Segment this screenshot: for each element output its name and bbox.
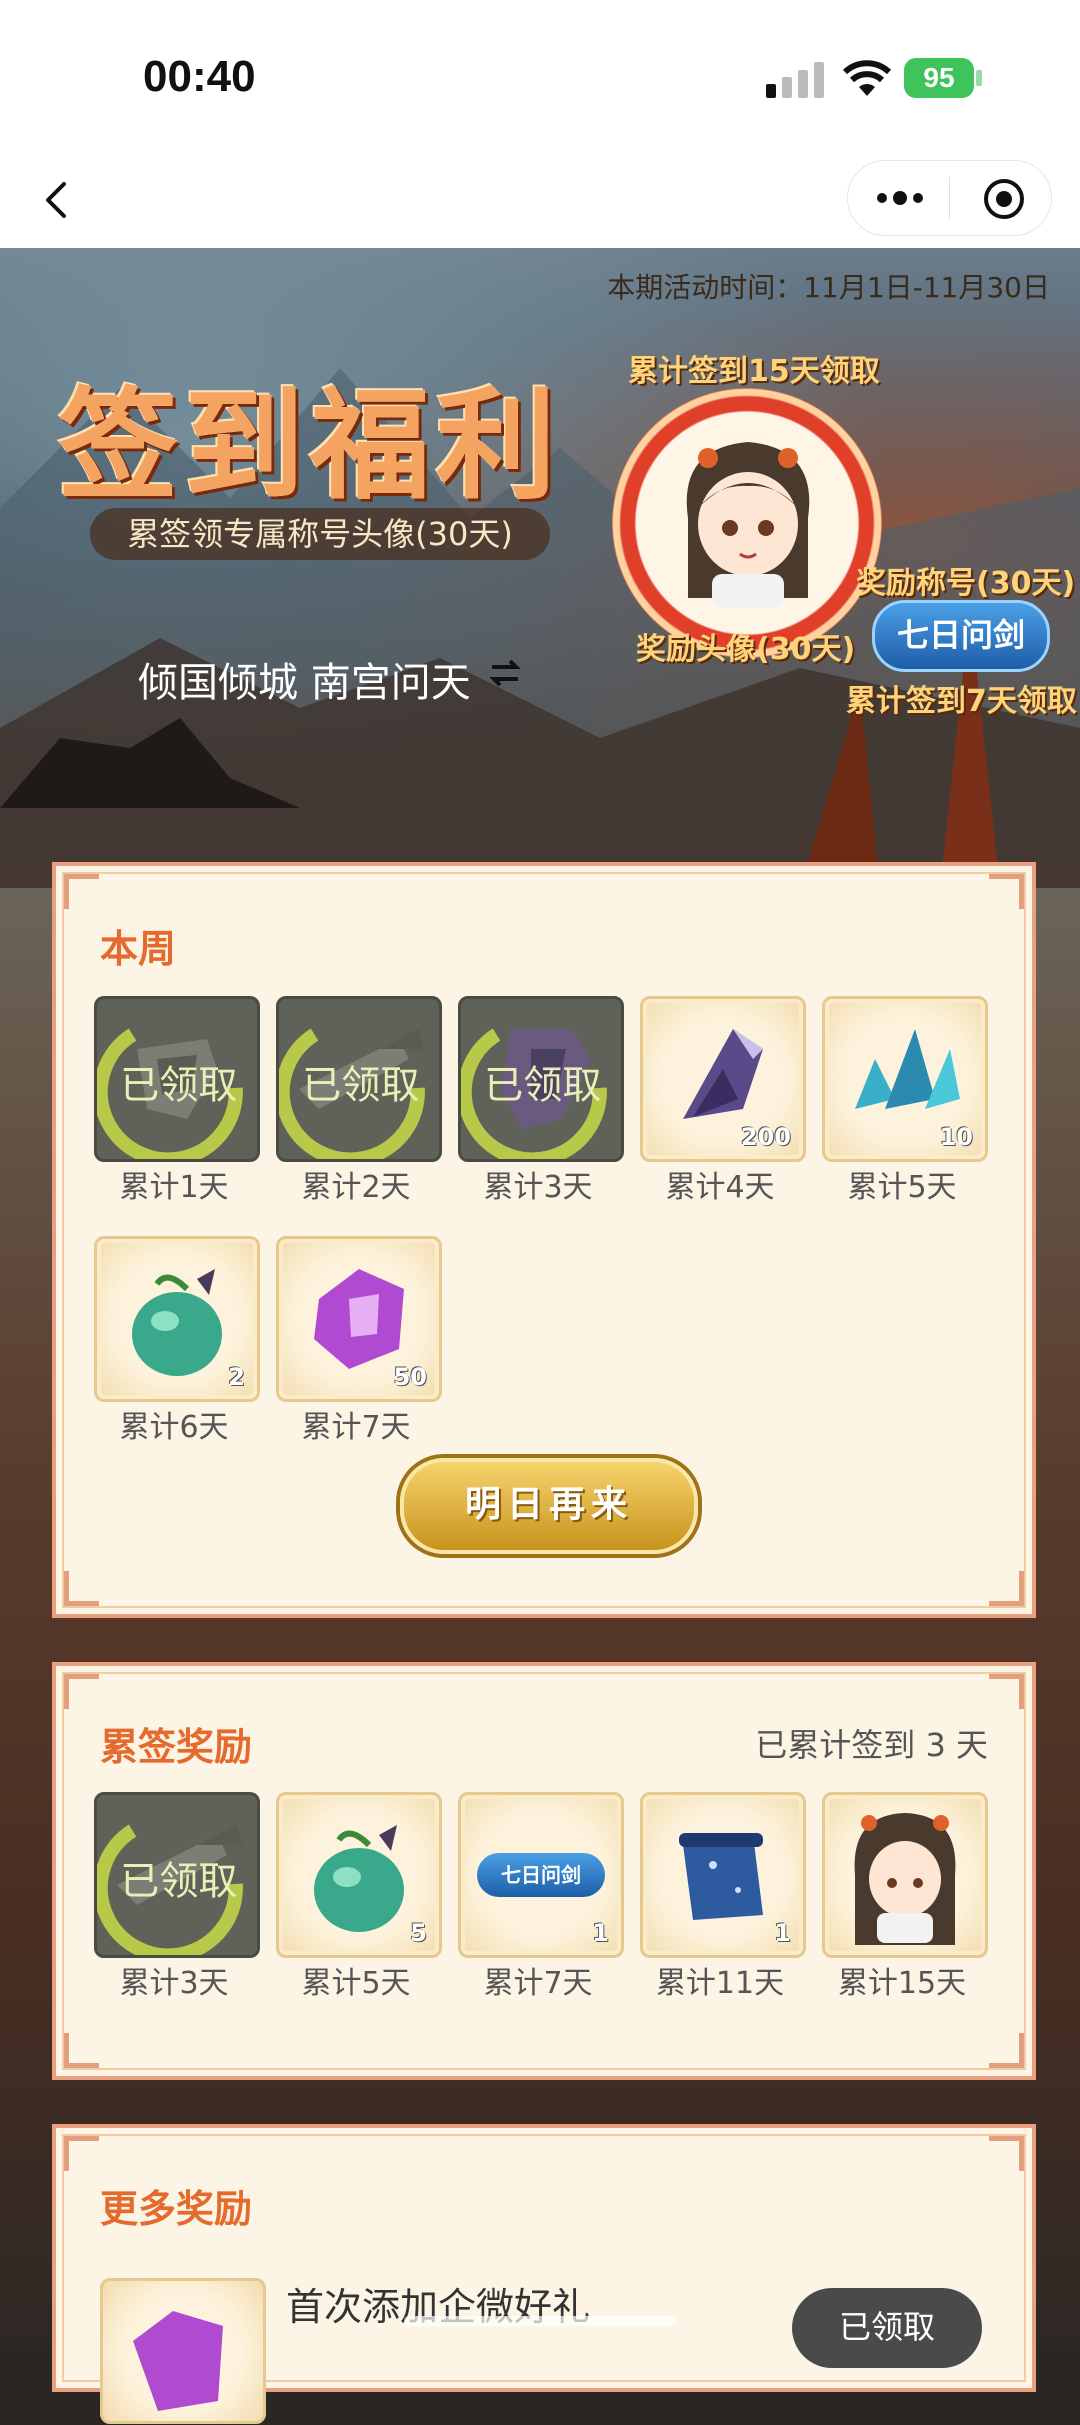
claimed-stamp-icon: 已领取 xyxy=(279,1028,425,1159)
corner-ornament xyxy=(989,1571,1024,1606)
cumulative-tile-day11[interactable]: 1 xyxy=(640,1792,806,1958)
back-icon[interactable] xyxy=(30,170,80,230)
corner-ornament xyxy=(989,1674,1024,1709)
corner-ornament xyxy=(64,1674,99,1709)
cumulative-tile-label: 累计11天 xyxy=(655,1966,785,2001)
avatar-reward-caption: 奖励头像(30天) xyxy=(636,632,856,667)
corner-ornament xyxy=(64,2033,99,2068)
event-time: 本期活动时间：11月1日-11月30日 xyxy=(607,271,1050,304)
mini-program-capsule xyxy=(847,160,1052,236)
weekly-tile-label: 累计6天 xyxy=(119,1410,229,1445)
svg-text:已领取: 已领取 xyxy=(120,1860,237,1905)
corner-ornament xyxy=(989,874,1024,909)
cumulative-tile-label: 累计15天 xyxy=(837,1966,967,2001)
cumulative-title: 累签奖励 xyxy=(100,1725,253,1769)
weekly-tile-day4[interactable]: 200 xyxy=(640,996,806,1162)
avatar-reward-requirement: 累计签到15天领取 xyxy=(628,354,880,389)
svg-text:已领取: 已领取 xyxy=(302,1064,419,1109)
cumulative-tile-day5[interactable]: 5 xyxy=(276,1792,442,1958)
weekly-tile-label: 累计2天 xyxy=(301,1170,411,1205)
corner-ornament xyxy=(989,2033,1024,2068)
more-rewards-title: 更多奖励 xyxy=(100,2187,253,2231)
avatar-reward-frame xyxy=(612,388,882,658)
wecom-gift-icon xyxy=(100,2278,266,2424)
weekly-tile-day5[interactable]: 10 xyxy=(822,996,988,1162)
claimed-stamp-icon: 已领取 xyxy=(461,1028,607,1159)
status-bar: 00:40 95 xyxy=(0,0,1080,150)
cumulative-tile-day15[interactable] xyxy=(822,1792,988,1958)
weekly-tile-day7[interactable]: 50 xyxy=(276,1236,442,1402)
swap-icon[interactable] xyxy=(488,656,522,690)
wifi-icon xyxy=(842,60,892,96)
cumulative-tile-day7[interactable]: 七日问剑 1 xyxy=(458,1792,624,1958)
avatar-icon xyxy=(854,1813,956,1945)
item-quantity: 1 xyxy=(592,1919,609,1947)
avatar-character-icon xyxy=(686,442,810,608)
weekly-tile-day1[interactable]: 已领取 xyxy=(94,996,260,1162)
title-reward-requirement: 累计签到7天领取 xyxy=(846,684,1077,719)
title-badge-icon: 七日问剑 xyxy=(477,1853,605,1897)
weekly-tile-day3[interactable]: 已领取 xyxy=(458,996,624,1162)
nav-bar xyxy=(0,150,1080,248)
corner-ornament xyxy=(64,874,99,909)
weekly-tile-day6[interactable]: 2 xyxy=(94,1236,260,1402)
cumulative-tile-label: 累计7天 xyxy=(483,1966,593,2001)
capsule-divider xyxy=(949,177,950,219)
home-indicator xyxy=(404,2316,676,2326)
cumulative-tile-day3[interactable]: 已领取 xyxy=(94,1792,260,1958)
weekly-tile-day2[interactable]: 已领取 xyxy=(276,996,442,1162)
weekly-tile-label: 累计7天 xyxy=(301,1410,411,1445)
item-quantity: 10 xyxy=(939,1123,973,1151)
item-quantity: 2 xyxy=(228,1363,245,1391)
weekly-tile-label: 累计1天 xyxy=(119,1170,229,1205)
cumulative-card: 累签奖励 已累计签到 3 天 已领取 累计3天 5 累计5天 七日问剑 1 累计… xyxy=(52,1662,1036,2080)
item-quantity: 50 xyxy=(393,1363,427,1391)
battery-tip xyxy=(976,70,982,86)
corner-ornament xyxy=(989,2136,1024,2171)
svg-text:已领取: 已领取 xyxy=(484,1064,601,1109)
item-quantity: 1 xyxy=(774,1919,791,1947)
weekly-tile-label: 累计3天 xyxy=(483,1170,593,1205)
cumulative-tile-label: 累计5天 xyxy=(301,1966,411,2001)
wecom-gift-button[interactable]: 已领取 xyxy=(792,2288,982,2368)
claimed-stamp-icon: 已领取 xyxy=(97,1824,243,1955)
claimed-stamp-icon: 已领取 xyxy=(97,1028,243,1159)
cumulative-tile-label: 累计3天 xyxy=(119,1966,229,2001)
status-time: 00:40 xyxy=(143,52,256,101)
banner-title: 签到福利 xyxy=(58,375,562,516)
battery-icon: 95 xyxy=(904,58,974,98)
title-reward-badge: 七日问剑 xyxy=(872,600,1050,672)
corner-ornament xyxy=(64,1571,99,1606)
player-name: 倾国倾城 南宫问天 xyxy=(138,660,471,706)
weekly-tile-label: 累计5天 xyxy=(847,1170,957,1205)
svg-text:已领取: 已领取 xyxy=(120,1064,237,1109)
corner-ornament xyxy=(64,2136,99,2171)
banner: 本期活动时间：11月1日-11月30日 签到福利 累签领专属称号头像(30天) … xyxy=(0,248,1080,888)
item-quantity: 5 xyxy=(410,1919,427,1947)
more-rewards-card: 更多奖励 首次添加企微好礼 已领取 xyxy=(52,2124,1036,2424)
weekly-card: 本周 已领取 累计1天 已领取 累计2天 已领取 累计3天 200 累计4天 1… xyxy=(52,862,1036,1618)
signal-icon xyxy=(766,62,824,98)
weekly-tile-label: 累计4天 xyxy=(665,1170,775,1205)
more-icon[interactable] xyxy=(870,179,930,217)
banner-subtitle: 累签领专属称号头像(30天) xyxy=(90,508,550,560)
weekly-title: 本周 xyxy=(100,927,177,971)
item-quantity: 200 xyxy=(740,1123,791,1151)
title-reward-caption: 奖励称号(30天) xyxy=(856,566,1076,601)
come-back-tomorrow-button[interactable]: 明日再来 xyxy=(400,1458,698,1554)
close-mini-program-icon[interactable] xyxy=(982,177,1026,221)
cumulative-progress: 已累计签到 3 天 xyxy=(755,1726,988,1764)
